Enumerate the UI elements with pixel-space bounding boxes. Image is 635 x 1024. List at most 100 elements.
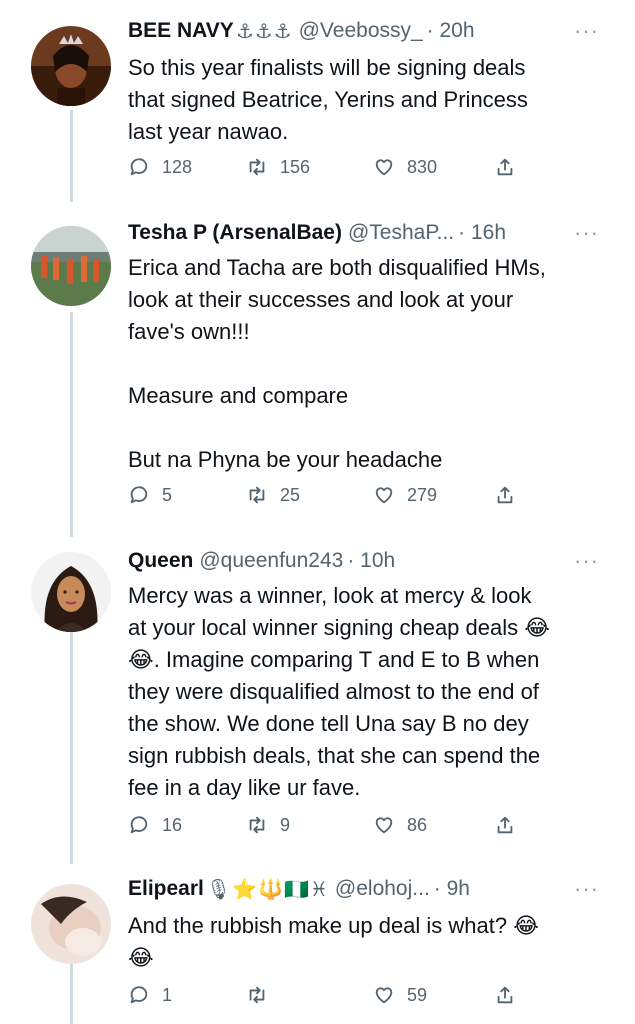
tweet-actions: 5 25 279 [128,484,528,514]
timestamp[interactable]: · 16h [458,221,506,245]
share-icon [497,816,513,834]
tweet-text: So this year finalists will be signing d… [128,52,608,148]
retweet-button[interactable] [246,984,280,1006]
tweet-line: But na Phyna be your headache [128,447,443,472]
tweet-header: BEE NAVY ⚓⚓⚓ @Veebossy_ · 20h [128,16,598,46]
retweet-count: 9 [280,814,291,835]
tweet-line: Measure and compare [128,383,349,408]
like-button[interactable]: 279 [373,484,437,506]
username[interactable]: @elohoj... [335,877,430,901]
tweet-header: Tesha P (ArsenalBae) @TeshaP... · 16h [128,218,598,248]
tweet-line: last year nawao. [128,119,289,144]
tweet-line: 😂 [128,945,154,970]
share-icon [497,486,513,504]
retweet-icon [249,158,265,176]
tweet-line [128,348,608,380]
reply-button[interactable]: 5 [128,484,172,506]
timestamp[interactable]: · 20h [427,19,475,43]
tweet[interactable]: Queen @queenfun243 · 10h ··· Mercy was a… [0,546,635,846]
tweet-line [128,412,608,444]
share-button[interactable] [494,484,516,506]
tweet-actions: 128 156 830 [128,156,528,186]
tweet-line: fee in a day like ur fave. [128,775,361,800]
share-button[interactable] [494,156,516,178]
heart-icon [375,159,393,176]
retweet-button[interactable]: 156 [246,156,310,178]
tweet-line: the show. We done tell Una say B no dey [128,711,529,736]
tweet-header: Elipearl 🎙⭐🔱🇳🇬♓ @elohoj... · 9h [128,874,598,904]
share-icon [497,986,513,1004]
share-icon [497,158,513,176]
tweet-text: And the rubbish make up deal is what? 😂 … [128,910,608,974]
username[interactable]: @Veebossy_ [299,19,423,43]
display-name[interactable]: Queen [128,549,193,573]
more-options-icon[interactable]: ··· [574,876,599,902]
more-options-icon[interactable]: ··· [574,18,599,44]
retweet-count: 156 [280,156,311,177]
tweet-line: Erica and Tacha are both disqualified HM… [128,255,546,280]
display-name[interactable]: Elipearl [128,877,204,901]
like-count: 86 [407,814,428,835]
like-button[interactable]: 59 [373,984,427,1006]
name-badges: 🎙⭐🔱🇳🇬♓ [205,878,329,901]
tweet[interactable]: Elipearl 🎙⭐🔱🇳🇬♓ @elohoj... · 9h ··· And … [0,874,635,1024]
reply-button[interactable]: 1 [128,984,172,1006]
more-options-icon[interactable]: ··· [574,548,599,574]
tweet-line: they were disqualified almost to the end… [128,679,539,704]
tweet-line: at your local winner signing cheap deals… [128,615,550,640]
tweet-line: And the rubbish make up deal is what? 😂 [128,913,539,938]
like-button[interactable]: 830 [373,156,437,178]
heart-icon [375,487,393,504]
tweet-line: that signed Beatrice, Yerins and Princes… [128,87,528,112]
tweet-text: Mercy was a winner, look at mercy & look… [128,580,608,804]
reply-count: 16 [162,814,183,835]
display-name[interactable]: Tesha P (ArsenalBae) [128,221,342,245]
more-options-icon[interactable]: ··· [574,220,599,246]
username[interactable]: @TeshaP... [348,221,454,245]
tweet[interactable]: BEE NAVY ⚓⚓⚓ @Veebossy_ · 20h ··· So thi… [0,16,635,196]
heart-icon [375,987,393,1004]
retweet-count: 25 [280,484,301,505]
reply-count: 5 [162,484,173,505]
tweet-line: sign rubbish deals, that she can spend t… [128,743,541,768]
like-button[interactable]: 86 [373,814,427,836]
username[interactable]: @queenfun243 [199,549,343,573]
tweet[interactable]: Tesha P (ArsenalBae) @TeshaP... · 16h ··… [0,218,635,518]
share-button[interactable] [494,984,516,1006]
share-button[interactable] [494,814,516,836]
retweet-icon [249,986,265,1004]
retweet-icon [249,816,265,834]
tweet-header: Queen @queenfun243 · 10h [128,546,598,576]
reply-icon [130,158,148,176]
reply-icon [130,816,148,834]
timestamp[interactable]: · 9h [434,877,470,901]
reply-icon [130,986,148,1004]
tweet-line: So this year finalists will be signing d… [128,55,526,80]
name-badges: ⚓⚓⚓ [235,20,293,43]
reply-button[interactable]: 16 [128,814,182,836]
reply-icon [130,486,148,504]
avatar[interactable] [31,226,111,306]
like-count: 279 [407,484,438,505]
reply-count: 1 [162,984,173,1005]
retweet-button[interactable]: 9 [246,814,290,836]
tweet-actions: 16 9 86 [128,814,528,844]
tweet-actions: 1 59 [128,984,528,1014]
display-name[interactable]: BEE NAVY [128,19,234,43]
avatar[interactable] [31,884,111,964]
avatar[interactable] [31,552,111,632]
tweet-line: fave's own!!! [128,319,250,344]
timestamp[interactable]: · 10h [347,549,395,573]
retweet-button[interactable]: 25 [246,484,300,506]
avatar[interactable] [31,26,111,106]
tweet-line: 😂. Imagine comparing T and E to B when [128,647,540,672]
tweet-text: Erica and Tacha are both disqualified HM… [128,252,608,476]
heart-icon [375,817,393,834]
retweet-icon [249,486,265,504]
reply-count: 128 [162,156,193,177]
tweet-line: Mercy was a winner, look at mercy & look [128,583,532,608]
reply-button[interactable]: 128 [128,156,192,178]
like-count: 59 [407,984,428,1005]
like-count: 830 [407,156,438,177]
tweet-line: look at their successes and look at your [128,287,514,312]
